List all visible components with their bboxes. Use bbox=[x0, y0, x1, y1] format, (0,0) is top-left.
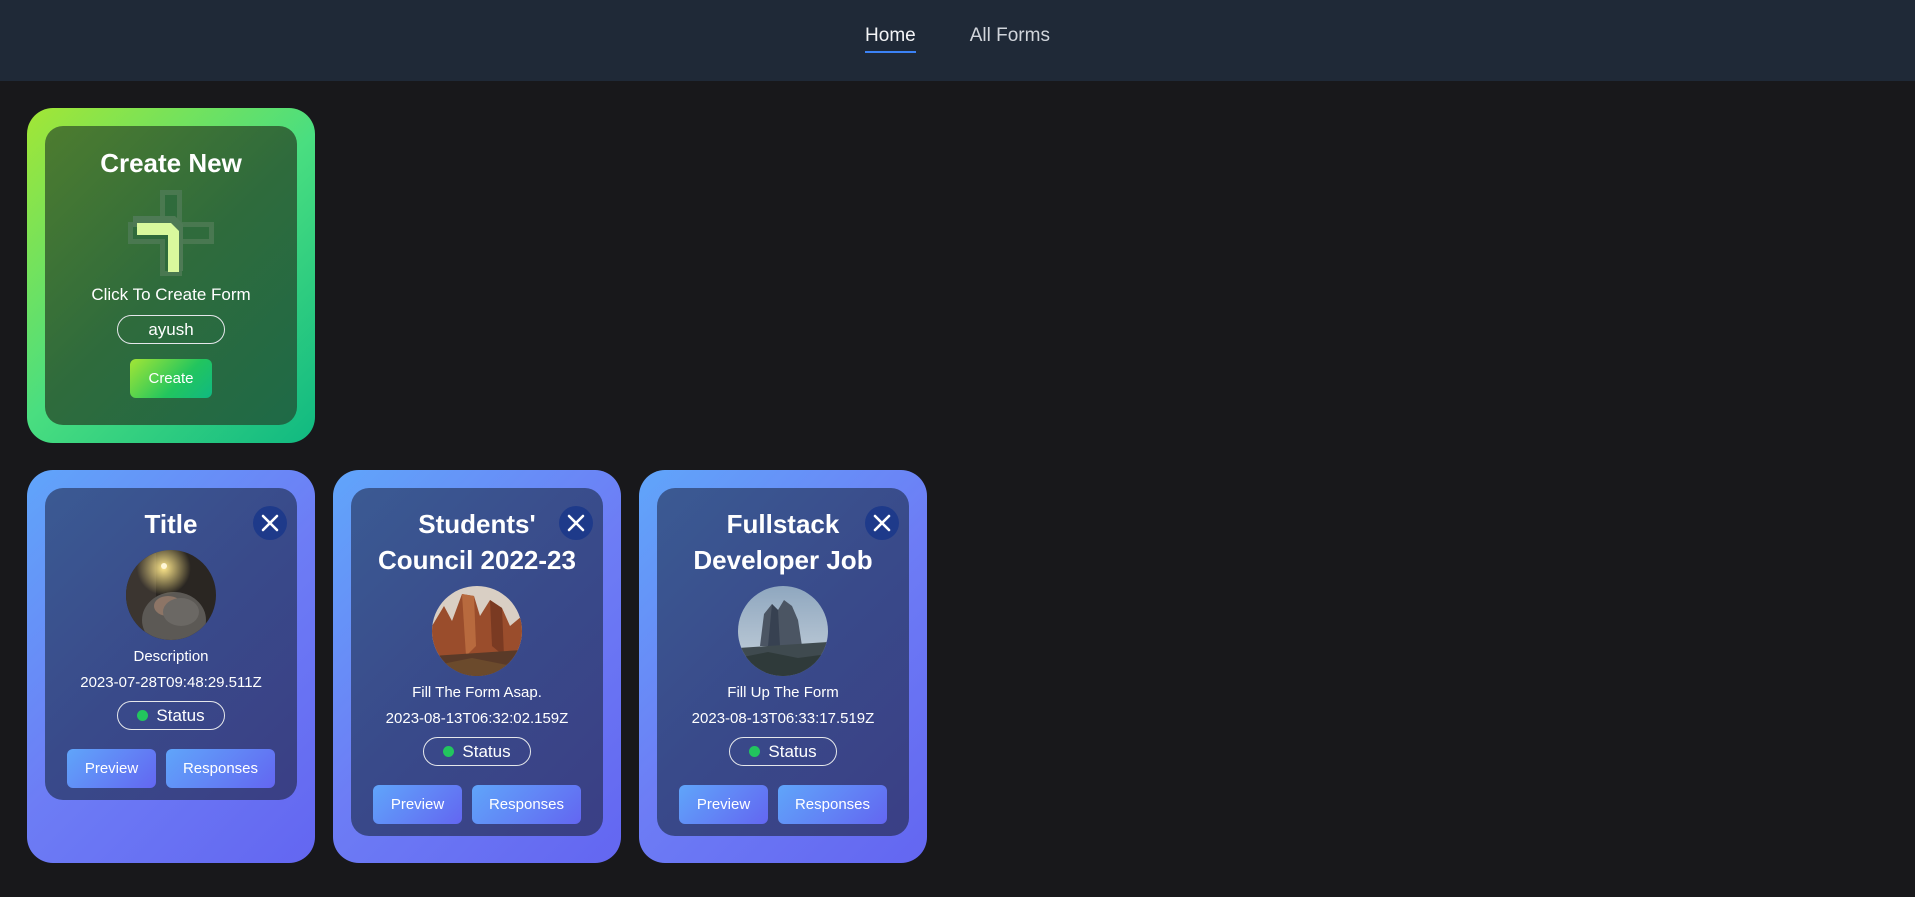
plus-icon[interactable] bbox=[125, 187, 217, 279]
nav-all-forms[interactable]: All Forms bbox=[970, 25, 1050, 53]
close-icon bbox=[261, 514, 279, 532]
responses-button[interactable]: Responses bbox=[778, 785, 887, 824]
form-description: Fill Up The Form bbox=[727, 684, 839, 701]
form-date: 2023-08-13T06:32:02.159Z bbox=[385, 710, 569, 727]
preview-button[interactable]: Preview bbox=[67, 749, 156, 788]
delete-form-button[interactable] bbox=[253, 506, 287, 540]
preview-button[interactable]: Preview bbox=[679, 785, 768, 824]
form-title: Title bbox=[144, 509, 198, 539]
status-badge[interactable]: Status bbox=[423, 737, 531, 766]
form-cover-image bbox=[738, 586, 828, 676]
form-actions: Preview Responses bbox=[373, 785, 581, 824]
close-icon bbox=[567, 514, 585, 532]
form-card: Fullstack Developer Job Fill Up The Form… bbox=[639, 470, 927, 863]
create-button[interactable]: Create bbox=[130, 359, 212, 398]
form-cover-image bbox=[432, 586, 522, 676]
responses-button[interactable]: Responses bbox=[166, 749, 275, 788]
create-card-subtitle: Click To Create Form bbox=[91, 285, 251, 304]
close-icon bbox=[873, 514, 891, 532]
form-card-body: Title Description 2023-07-28T09:48:29.51… bbox=[45, 488, 297, 800]
form-actions: Preview Responses bbox=[679, 785, 887, 824]
form-description: Description bbox=[133, 648, 209, 665]
status-label: Status bbox=[462, 741, 511, 761]
status-dot-icon bbox=[137, 710, 149, 721]
form-title: Fullstack Developer Job bbox=[693, 509, 873, 575]
status-label: Status bbox=[156, 705, 205, 725]
create-card-title: Create New bbox=[100, 148, 242, 178]
form-description: Fill The Form Asap. bbox=[412, 684, 542, 701]
status-badge[interactable]: Status bbox=[729, 737, 837, 766]
form-card-body: Students' Council 2022-23 Fill The Form … bbox=[351, 488, 603, 836]
delete-form-button[interactable] bbox=[559, 506, 593, 540]
form-title: Students' Council 2022-23 bbox=[378, 509, 576, 575]
create-form-card: Create New Click To Create Form Create bbox=[27, 108, 315, 443]
form-cover-image bbox=[126, 550, 216, 640]
preview-button[interactable]: Preview bbox=[373, 785, 462, 824]
form-card: Title Description 2023-07-28T09:48:29.51… bbox=[27, 470, 315, 863]
form-date: 2023-07-28T09:48:29.511Z bbox=[80, 674, 262, 691]
create-form-card-body: Create New Click To Create Form Create bbox=[45, 126, 297, 425]
delete-form-button[interactable] bbox=[865, 506, 899, 540]
status-dot-icon bbox=[443, 746, 455, 757]
status-dot-icon bbox=[749, 746, 761, 757]
form-actions: Preview Responses bbox=[67, 749, 275, 788]
responses-button[interactable]: Responses bbox=[472, 785, 581, 824]
form-card: Students' Council 2022-23 Fill The Form … bbox=[333, 470, 621, 863]
top-navbar: Home All Forms bbox=[0, 0, 1915, 81]
nav-home[interactable]: Home bbox=[865, 25, 916, 53]
status-label: Status bbox=[768, 741, 817, 761]
status-badge[interactable]: Status bbox=[117, 701, 225, 730]
form-date: 2023-08-13T06:33:17.519Z bbox=[691, 710, 875, 727]
form-card-body: Fullstack Developer Job Fill Up The Form… bbox=[657, 488, 909, 836]
form-name-input[interactable] bbox=[117, 315, 225, 344]
